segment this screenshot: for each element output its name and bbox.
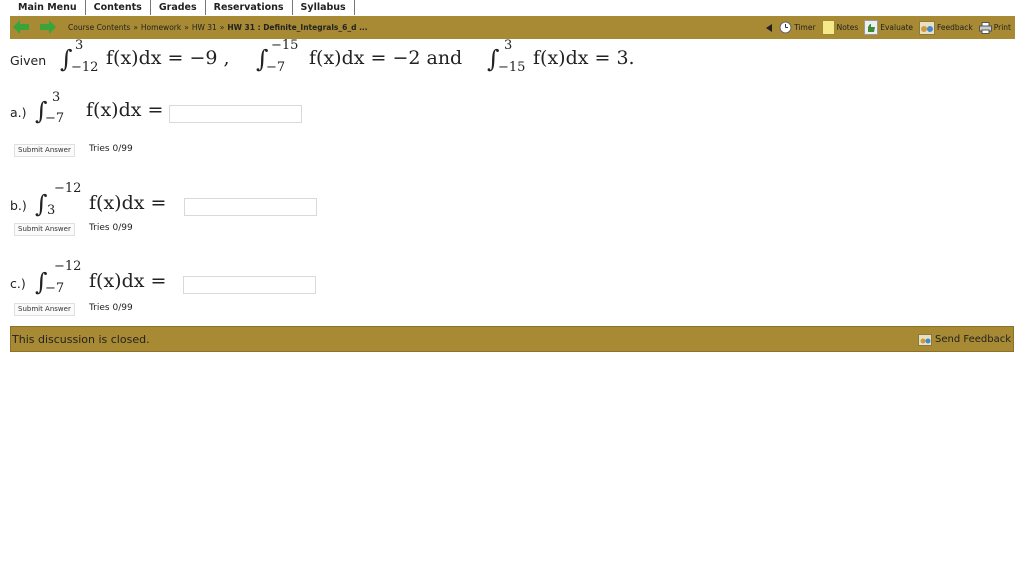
breadcrumb-homework[interactable]: Homework xyxy=(141,23,181,32)
given-expression-1: f(x)dx = −9 , xyxy=(106,47,230,69)
part-b-label: b.) xyxy=(10,198,27,213)
tab-grades[interactable]: Grades xyxy=(150,0,206,15)
integral-sign: ∫ xyxy=(35,190,48,218)
part-b-answer-input[interactable] xyxy=(184,198,317,216)
back-arrow-icon[interactable] xyxy=(13,20,29,34)
tab-reservations[interactable]: Reservations xyxy=(205,0,293,15)
breadcrumb-separator: » xyxy=(184,23,189,32)
part-a-label: a.) xyxy=(10,105,27,120)
part-b-expression: f(x)dx = xyxy=(89,192,167,214)
forward-arrow-icon[interactable] xyxy=(40,20,56,34)
toolbar: Timer Notes Evaluate Feedback Print xyxy=(760,16,1011,39)
feedback-button[interactable]: Feedback xyxy=(919,20,973,35)
tab-main-menu[interactable]: Main Menu xyxy=(10,0,86,15)
tab-contents[interactable]: Contents xyxy=(85,0,151,15)
lower-limit: −7 xyxy=(266,60,286,75)
discussion-status: This discussion is closed. xyxy=(12,333,150,346)
main-menu-bar: Main Menu Contents Grades Reservations S… xyxy=(10,0,355,16)
upper-limit: 3 xyxy=(52,90,61,105)
breadcrumb-current: HW 31 : Definite_Integrals_6_d ... xyxy=(227,23,368,32)
send-feedback-label: Send Feedback xyxy=(935,334,1011,345)
breadcrumb-separator: » xyxy=(219,23,225,32)
tab-syllabus[interactable]: Syllabus xyxy=(292,0,355,15)
breadcrumb: Course Contents» Homework» HW 31» HW 31 : D… xyxy=(68,16,368,39)
evaluate-label: Evaluate xyxy=(880,23,914,32)
part-b-tries: Tries 0/99 xyxy=(89,223,133,233)
lower-limit: −12 xyxy=(71,60,99,75)
evaluate-icon xyxy=(864,20,879,35)
upper-limit: −12 xyxy=(54,181,82,196)
part-a-expression: f(x)dx = xyxy=(86,99,164,121)
evaluate-button[interactable]: Evaluate xyxy=(864,20,913,35)
part-a-tries: Tries 0/99 xyxy=(89,144,133,154)
part-b-submit-button[interactable]: Submit Answer xyxy=(14,223,75,236)
given-expression-3: f(x)dx = 3. xyxy=(533,47,635,69)
print-button[interactable]: Print xyxy=(978,21,1011,34)
feedback-icon xyxy=(919,20,936,35)
notes-button[interactable]: Notes xyxy=(821,20,859,35)
upper-limit: 3 xyxy=(504,38,513,53)
printer-icon xyxy=(978,21,992,34)
lower-limit: 3 xyxy=(47,203,56,218)
timer-label: Timer xyxy=(794,23,816,32)
discussion-bar: This discussion is closed. Send Feedback xyxy=(10,326,1014,352)
breadcrumb-course-contents[interactable]: Course Contents xyxy=(68,23,130,32)
feedback-label: Feedback xyxy=(937,23,973,32)
upper-limit: 3 xyxy=(75,38,84,53)
send-feedback-icon xyxy=(918,333,932,346)
upper-limit: −15 xyxy=(271,38,299,53)
triangle-left-icon xyxy=(766,23,773,32)
part-c-expression: f(x)dx = xyxy=(89,270,167,292)
breadcrumb-hw31[interactable]: HW 31 xyxy=(192,23,217,32)
lower-limit: −15 xyxy=(498,60,526,75)
given-label: Given xyxy=(10,53,47,68)
upper-limit: −12 xyxy=(54,259,82,274)
part-c-label: c.) xyxy=(10,276,26,291)
navigation-bar: Course Contents» Homework» HW 31» HW 31 : D… xyxy=(10,16,1015,39)
lower-limit: −7 xyxy=(45,281,65,296)
part-a-answer-input[interactable] xyxy=(169,105,302,123)
breadcrumb-separator: » xyxy=(133,23,138,32)
timer-button[interactable]: Timer xyxy=(766,21,816,34)
clock-icon xyxy=(779,21,792,34)
notepad-icon xyxy=(821,20,835,35)
part-c-tries: Tries 0/99 xyxy=(89,303,133,313)
print-label: Print xyxy=(993,23,1011,32)
lower-limit: −7 xyxy=(45,111,65,126)
notes-label: Notes xyxy=(836,23,859,32)
given-expression-2: f(x)dx = −2 and xyxy=(309,47,463,69)
part-a-submit-button[interactable]: Submit Answer xyxy=(14,144,75,157)
send-feedback-link[interactable]: Send Feedback xyxy=(918,327,1011,352)
part-c-submit-button[interactable]: Submit Answer xyxy=(14,303,75,316)
part-c-answer-input[interactable] xyxy=(183,276,316,294)
